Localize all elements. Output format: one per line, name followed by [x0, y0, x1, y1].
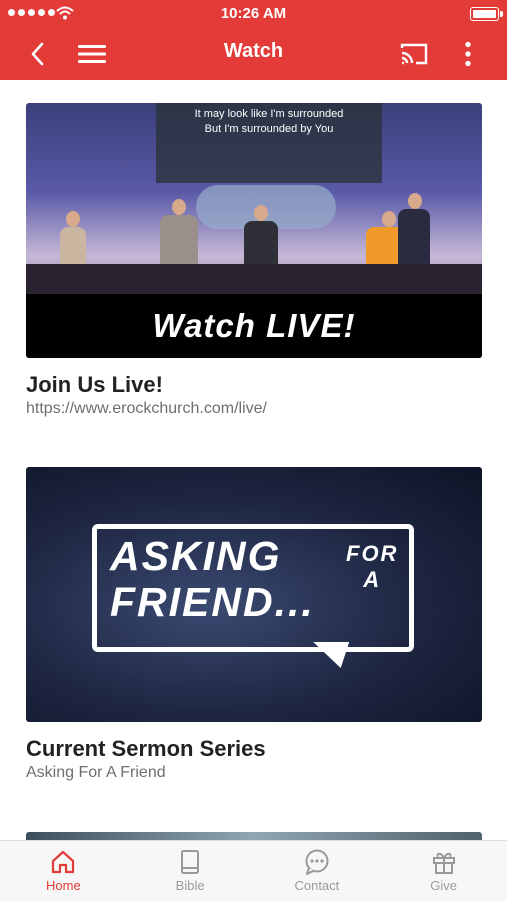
tab-label: Bible — [175, 878, 205, 893]
page-title: Watch — [223, 40, 284, 62]
home-icon — [52, 850, 75, 874]
card-title[interactable]: Current Sermon Series — [26, 736, 482, 762]
sermon-dots: ... — [274, 579, 315, 625]
tab-give[interactable]: Give — [380, 841, 507, 901]
watch-live-banner: Watch LIVE! — [26, 294, 482, 358]
more-vertical-icon — [465, 41, 471, 67]
chat-bubble-icon — [305, 849, 329, 875]
nav-bar: Watch — [0, 28, 507, 80]
sermon-graphic-text: ASKING FRIEND... — [110, 533, 315, 625]
live-card[interactable]: It may look like I'm surrounded But I'm … — [26, 103, 482, 418]
tab-label: Home — [46, 878, 81, 893]
tab-bar: Home Bible Contact Give — [0, 840, 507, 901]
cast-icon — [400, 43, 428, 65]
status-time: 10:26 AM — [220, 5, 287, 22]
card-title[interactable]: Join Us Live! — [26, 372, 482, 398]
live-thumbnail[interactable]: It may look like I'm surrounded But I'm … — [26, 103, 482, 358]
status-bar: 10:26 AM — [0, 0, 507, 28]
book-icon — [181, 850, 200, 874]
top-bar: 10:26 AM Watch — [0, 0, 507, 80]
gift-icon — [432, 852, 455, 874]
sermon-graphic-small-text: FOR A — [346, 541, 398, 593]
sermon-word-for: FOR — [346, 541, 399, 566]
tab-label: Contact — [294, 878, 340, 893]
sermon-word-a: A — [363, 567, 382, 592]
drummer — [60, 227, 86, 267]
card-subtitle: Asking For A Friend — [26, 764, 166, 781]
tab-bible[interactable]: Bible — [127, 841, 254, 901]
more-options-button[interactable] — [452, 38, 484, 70]
battery-icon — [470, 7, 503, 21]
sermon-word-asking: ASKING — [110, 533, 282, 579]
sermon-card[interactable]: ASKING FRIEND... FOR A Current Sermon Se… — [26, 467, 482, 782]
cast-button[interactable] — [398, 38, 430, 70]
tab-label: Give — [430, 878, 457, 893]
lyrics-line-1: It may look like I'm surrounded — [194, 108, 344, 120]
lyrics-screen: It may look like I'm surrounded But I'm … — [156, 103, 382, 183]
sermon-word-friend: FRIEND... — [110, 579, 315, 625]
lyrics-line-2: But I'm surrounded by You — [204, 123, 334, 135]
stage-floor — [26, 264, 482, 294]
tab-home[interactable]: Home — [0, 841, 127, 901]
sermon-thumbnail[interactable]: ASKING FRIEND... FOR A — [26, 467, 482, 722]
card-url: https://www.erockchurch.com/live/ — [26, 400, 267, 417]
tab-contact[interactable]: Contact — [254, 841, 381, 901]
